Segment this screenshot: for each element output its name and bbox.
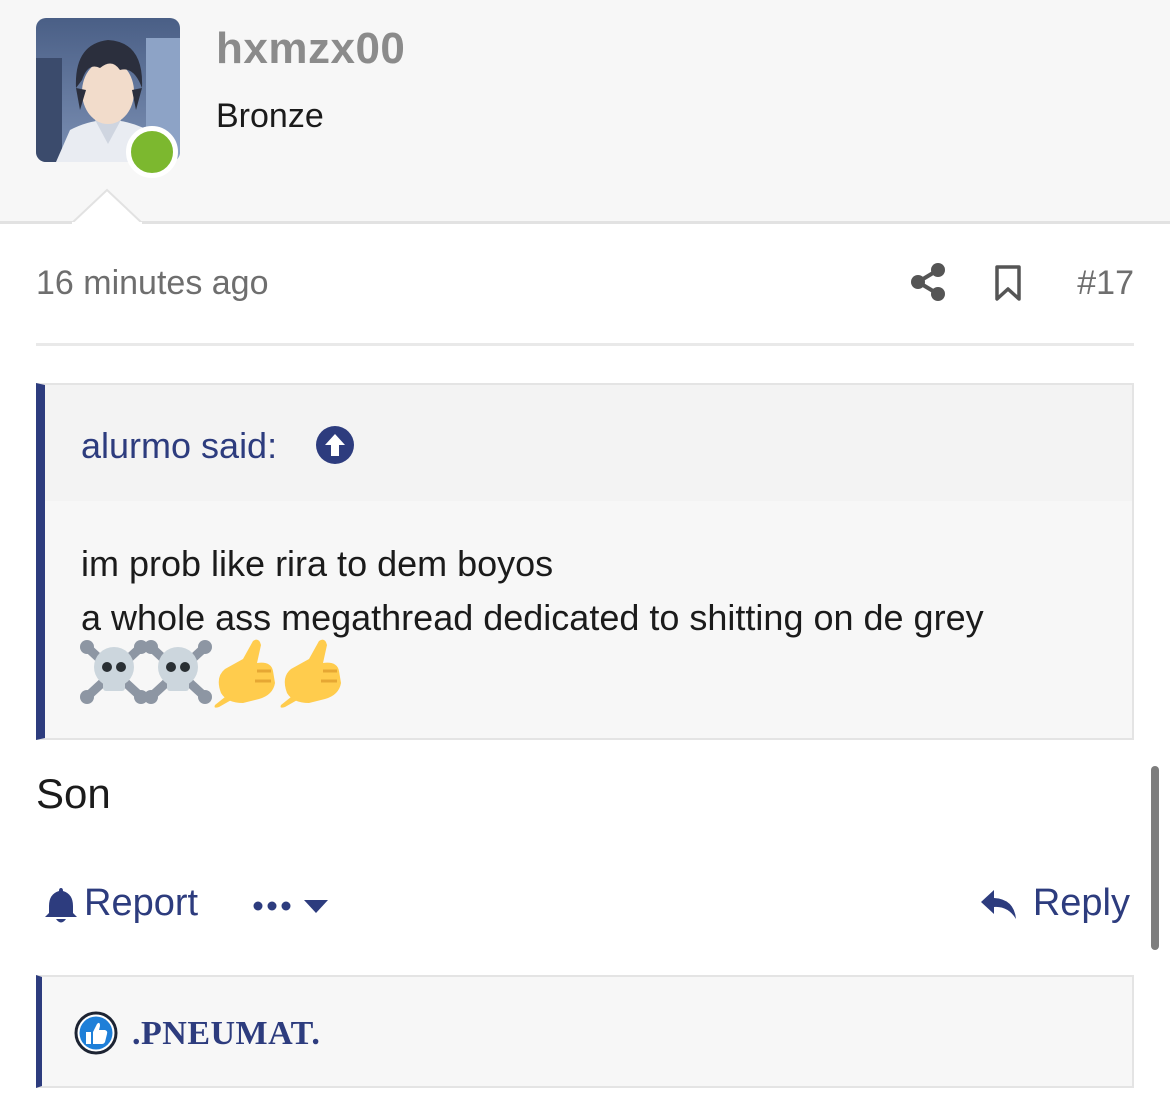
more-options-menu[interactable] — [252, 886, 332, 922]
quote-header: alurmo said: — [45, 385, 1132, 501]
quote-block: alurmo said: im prob like rira to dem bo… — [36, 383, 1134, 740]
scrollbar[interactable] — [1151, 766, 1159, 950]
post-body: Son — [36, 770, 111, 817]
reaction-bar: .PNEUMAT. — [36, 975, 1134, 1088]
reply-icon — [980, 888, 1018, 920]
user-title: Bronze — [216, 97, 324, 135]
skull-crossbones-emoji — [144, 640, 212, 704]
quote-up-arrow-icon[interactable] — [315, 425, 355, 465]
post-actions: Report Reply — [36, 874, 1134, 934]
user-header: hxmzx00 Bronze — [0, 0, 1170, 224]
like-icon[interactable] — [74, 1011, 118, 1055]
report-label: Report — [84, 882, 199, 924]
online-status-indicator — [126, 126, 178, 178]
post-timestamp[interactable]: 16 minutes ago — [36, 264, 269, 303]
quote-text: im prob like rira to dem boyos a whole a… — [81, 537, 984, 645]
reply-button[interactable]: Reply — [980, 878, 1130, 930]
call-me-hand-emoji — [280, 639, 341, 708]
header-arrow-notch — [72, 188, 142, 224]
quote-line: im prob like rira to dem boyos — [81, 543, 554, 584]
post-number[interactable]: #17 — [1077, 264, 1134, 303]
bell-icon — [44, 886, 78, 924]
call-me-hand-emoji — [214, 639, 275, 708]
quote-author[interactable]: alurmo said: — [81, 425, 277, 467]
bookmark-icon[interactable] — [994, 264, 1022, 302]
divider — [36, 343, 1134, 346]
skull-crossbones-emoji — [80, 640, 148, 704]
share-icon[interactable] — [910, 262, 946, 302]
reaction-username[interactable]: .PNEUMAT. — [132, 1015, 320, 1053]
post-username[interactable]: hxmzx00 — [216, 24, 405, 74]
more-dots-icon — [253, 901, 291, 911]
quote-emojis — [79, 637, 349, 709]
post-meta-row: 16 minutes ago #17 — [36, 260, 1134, 310]
reply-label: Reply — [1032, 882, 1130, 924]
chevron-down-icon — [304, 900, 328, 913]
